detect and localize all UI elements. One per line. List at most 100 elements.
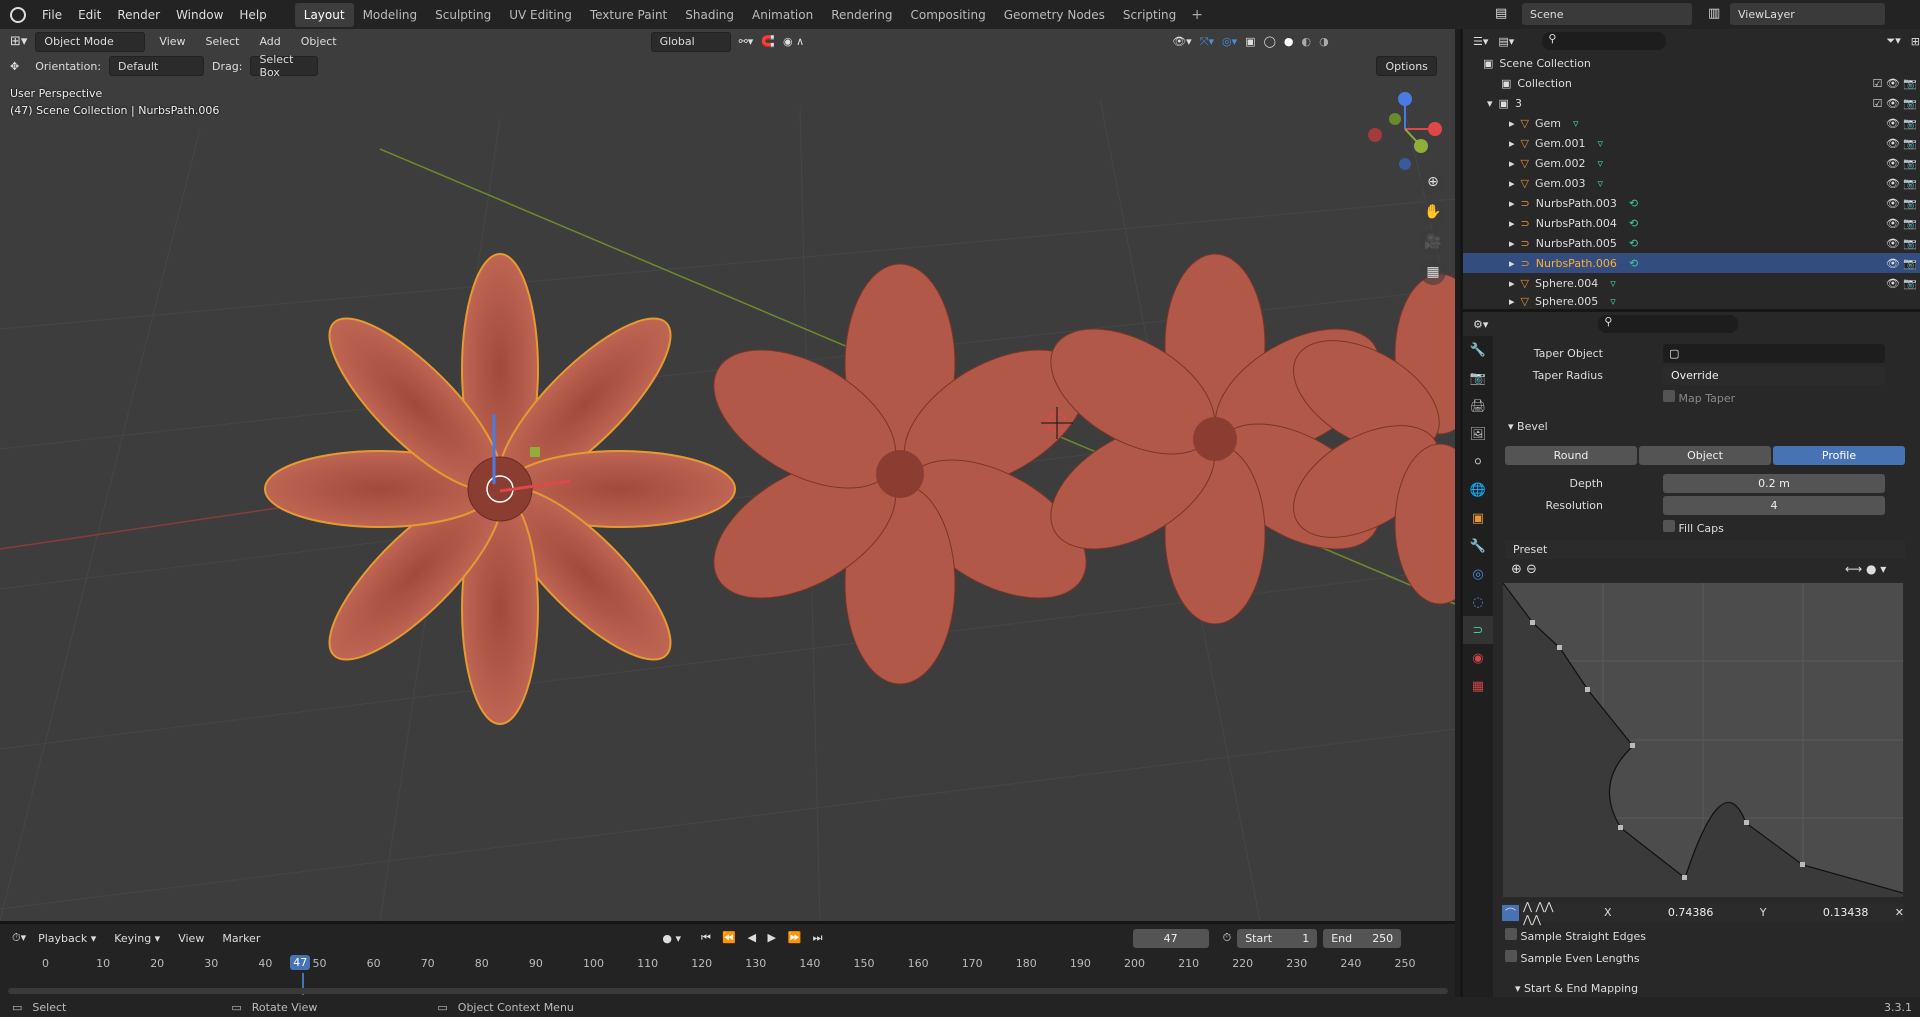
row-toggles[interactable]: 👁 📷: [1886, 157, 1917, 170]
outliner-row[interactable]: ▸ ▽ Gem.001 ▿ 👁 📷: [1463, 133, 1920, 153]
pan-hand-icon[interactable]: ✋: [1420, 199, 1446, 225]
transform-orientation[interactable]: Global: [650, 31, 731, 52]
timeline-editor-icon[interactable]: ⏱▾: [12, 931, 26, 945]
expand-arrow-icon[interactable]: ▸: [1509, 217, 1515, 230]
camera-icon[interactable]: 🎥: [1420, 229, 1446, 255]
shading-solid-icon[interactable]: ●: [1284, 35, 1294, 48]
zoom-icon[interactable]: ⊕: [1420, 169, 1446, 195]
expand-arrow-icon[interactable]: ▸: [1509, 257, 1515, 270]
3d-viewport[interactable]: ⊞▾ Object Mode View Select Add Object Gl…: [0, 29, 1455, 921]
ortho-grid-icon[interactable]: ▦: [1420, 259, 1446, 285]
material-tab-icon[interactable]: ◉: [1463, 644, 1493, 672]
outliner-row[interactable]: ▸ ▽ Gem.003 ▿ 👁 📷: [1463, 173, 1920, 193]
particles-tab-icon[interactable]: ◎: [1463, 560, 1493, 588]
outliner-row[interactable]: ▸ ▽ Gem ▿ 👁 📷: [1463, 113, 1920, 133]
modifier-tab-icon[interactable]: 🔧: [1463, 532, 1493, 560]
start-end-mapping-header[interactable]: ▾ Start & End Mapping: [1515, 982, 1638, 995]
outliner-row-selected[interactable]: ▸ ⊃ NurbsPath.006 ⟲ 👁 📷: [1463, 253, 1920, 273]
blender-logo-icon[interactable]: [10, 6, 26, 23]
row-toggles[interactable]: 👁 📷: [1886, 197, 1917, 210]
menu-add[interactable]: Add: [253, 35, 286, 48]
tab-geometry-nodes[interactable]: Geometry Nodes: [995, 3, 1114, 27]
scene-tab-icon[interactable]: ⚪: [1463, 448, 1493, 476]
x-value-field[interactable]: 0.74386: [1651, 903, 1730, 922]
visibility-icon[interactable]: 👁▾: [1172, 35, 1192, 48]
object-tab-icon[interactable]: ▣: [1463, 504, 1493, 532]
outliner-row[interactable]: ▸ ⊃ NurbsPath.005 ⟲ 👁 📷: [1463, 233, 1920, 253]
preset-select[interactable]: Preset: [1505, 540, 1905, 559]
expand-arrow-icon[interactable]: ▸: [1509, 177, 1515, 190]
outliner-row[interactable]: ▸ ⊃ NurbsPath.004 ⟲ 👁 📷: [1463, 213, 1920, 233]
scene-icon[interactable]: ▤: [1495, 6, 1507, 21]
editor-type-icon[interactable]: ⊞▾: [10, 34, 27, 49]
frame-ruler[interactable]: 0 10 20 30 40 50 60 70 80 90 100 110 120 130 140 150 160…: [0, 955, 1455, 995]
tab-texture-paint[interactable]: Texture Paint: [581, 3, 676, 27]
playback-controls-icon[interactable]: ⏮ ⏪ ◀ ▶ ⏩ ⏭: [701, 931, 827, 945]
viewlayer-icon[interactable]: ▥: [1708, 6, 1720, 21]
outliner-display-icon[interactable]: ▤▾: [1498, 35, 1514, 48]
outliner-row[interactable]: ▾ ▣ 3 ☑ 👁 📷: [1463, 93, 1920, 113]
shading-rendered-icon[interactable]: ◑: [1319, 35, 1329, 48]
handle-types-icon[interactable]: ⋀ ⋀⋀ ⋀⋀: [1523, 900, 1574, 926]
stopwatch-icon[interactable]: ⏱: [1223, 931, 1232, 945]
outliner-row[interactable]: ▸ ▽ Sphere.005 ▿: [1463, 293, 1920, 309]
xray-icon[interactable]: ▣: [1245, 35, 1255, 48]
depth-field[interactable]: 0.2 m: [1663, 474, 1885, 493]
expand-arrow-icon[interactable]: ▸: [1509, 277, 1515, 290]
row-toggles[interactable]: 👁 📷: [1886, 277, 1917, 290]
tab-rendering[interactable]: Rendering: [822, 3, 901, 27]
tab-animation[interactable]: Animation: [743, 3, 822, 27]
map-taper-checkbox[interactable]: Map Taper: [1663, 390, 1735, 405]
bevel-profile-button[interactable]: Profile: [1773, 446, 1905, 465]
start-frame-field[interactable]: Start 1: [1237, 928, 1318, 948]
playhead[interactable]: 47: [290, 955, 311, 970]
new-collection-icon[interactable]: ⊞: [1911, 35, 1920, 48]
menu-file[interactable]: File: [34, 8, 70, 22]
mode-selector[interactable]: Object Mode: [35, 31, 146, 52]
row-toggles[interactable]: 👁 📷: [1886, 237, 1917, 250]
tab-scripting[interactable]: Scripting: [1114, 3, 1185, 27]
overlay-toggle-icon[interactable]: ◎▾: [1222, 35, 1237, 48]
snap-icon[interactable]: 🧲: [761, 35, 775, 48]
row-toggles[interactable]: ☑ 👁 📷: [1872, 97, 1917, 110]
outliner-row-root[interactable]: ▣ Scene Collection: [1463, 53, 1920, 73]
menu-render[interactable]: Render: [109, 8, 168, 22]
outliner-editor-icon[interactable]: ☰▾: [1473, 35, 1488, 48]
row-toggles[interactable]: 👁 📷: [1886, 177, 1917, 190]
menu-view[interactable]: View: [153, 35, 191, 48]
properties-editor-icon[interactable]: ⚙▾: [1473, 318, 1488, 331]
flower-2[interactable]: [691, 263, 1110, 685]
menu-playback[interactable]: Playback ▾: [32, 932, 102, 945]
tool-tab-icon[interactable]: 🔧: [1463, 336, 1493, 364]
properties-search-input[interactable]: ⚲: [1598, 315, 1739, 333]
gizmo-toggle-icon[interactable]: ⤧▾: [1200, 35, 1214, 49]
profile-curve[interactable]: [1502, 582, 1904, 897]
menu-marker[interactable]: Marker: [216, 932, 266, 945]
filter-icon[interactable]: ⏷▾: [1886, 34, 1900, 48]
sample-straight-checkbox[interactable]: Sample Straight Edges: [1505, 928, 1646, 943]
zoom-in-curve-icon[interactable]: ⊕ ⊖: [1511, 562, 1537, 577]
record-icon[interactable]: ● ▾: [662, 932, 681, 945]
row-toggles[interactable]: 👁 📷: [1886, 137, 1917, 150]
bevel-panel-header[interactable]: ▾ Bevel: [1508, 420, 1548, 433]
current-frame-field[interactable]: 47: [1132, 928, 1209, 948]
row-toggles[interactable]: 👁 📷: [1886, 217, 1917, 230]
sample-even-checkbox[interactable]: Sample Even Lengths: [1505, 950, 1640, 965]
tab-compositing[interactable]: Compositing: [901, 3, 994, 27]
add-workspace-icon[interactable]: +: [1185, 7, 1209, 23]
curve-tools-icon[interactable]: ⟷ ● ▾: [1845, 562, 1886, 576]
curve-data-tab-icon[interactable]: ⊃: [1463, 616, 1493, 644]
options-button[interactable]: Options: [1376, 56, 1437, 76]
move-tool-icon[interactable]: ✥: [10, 60, 19, 73]
resolution-field[interactable]: 4: [1663, 496, 1885, 515]
view-layer-tab-icon[interactable]: 🖼: [1463, 420, 1493, 448]
outliner-row[interactable]: ▸ ▽ Gem.002 ▿ 👁 📷: [1463, 153, 1920, 173]
row-toggles[interactable]: 👁 📷: [1886, 117, 1917, 130]
output-tab-icon[interactable]: 🖨: [1463, 392, 1493, 420]
menu-object[interactable]: Object: [295, 35, 343, 48]
menu-edit[interactable]: Edit: [70, 8, 109, 22]
taper-radius-select[interactable]: Override: [1663, 366, 1885, 385]
shading-material-icon[interactable]: ◐: [1301, 35, 1311, 48]
delete-point-icon[interactable]: ✕: [1895, 906, 1904, 919]
expand-arrow-icon[interactable]: ▸: [1509, 157, 1515, 170]
